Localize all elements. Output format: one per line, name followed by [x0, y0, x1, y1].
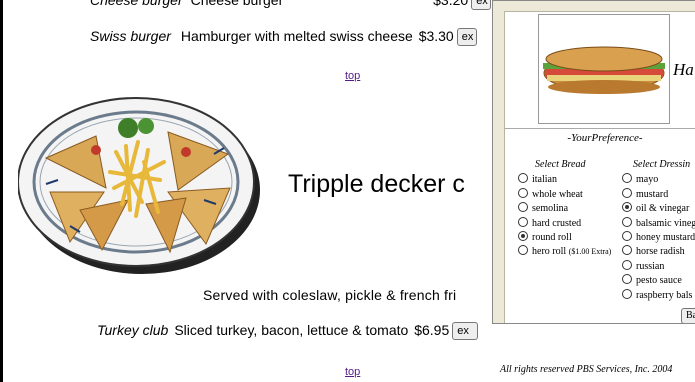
- option-label: whole wheat: [532, 189, 583, 200]
- page-left-border: [0, 0, 3, 382]
- dressing-option-raspberry[interactable]: raspberry bals: [622, 289, 692, 301]
- sandwich-preference-popup: Ha -YourPreference- Select Bread Select …: [492, 0, 695, 324]
- item-price: $3.20: [433, 0, 469, 8]
- radio-icon[interactable]: [622, 245, 632, 255]
- item-description: Sliced turkey, bacon, lettuce & tomato: [174, 322, 409, 338]
- popup-item-title: Ha: [673, 60, 694, 79]
- option-label: italian: [532, 174, 557, 185]
- bread-option-hero-roll[interactable]: hero roll ($1.00 Extra): [518, 245, 611, 257]
- radio-icon[interactable]: [518, 188, 528, 198]
- back-button[interactable]: Bac: [681, 308, 695, 323]
- option-label: raspberry bals: [636, 290, 693, 301]
- option-label: mustard: [636, 189, 669, 200]
- radio-icon[interactable]: [518, 217, 528, 227]
- item-price: $3.30: [418, 28, 454, 44]
- top-link[interactable]: top: [345, 70, 360, 82]
- radio-icon[interactable]: [622, 188, 632, 198]
- popup-content-panel: Ha -YourPreference- Select Bread Select …: [504, 11, 695, 323]
- option-label: semolina: [532, 203, 569, 214]
- dressing-option-mustard[interactable]: mustard: [622, 188, 668, 200]
- option-label: round roll: [532, 232, 572, 243]
- option-label: pesto sauce: [636, 275, 682, 286]
- option-note: ($1.00 Extra): [568, 247, 612, 256]
- radio-icon[interactable]: [622, 173, 632, 183]
- dressing-option-mayo[interactable]: mayo: [622, 173, 658, 185]
- option-label: hero roll: [532, 246, 567, 257]
- option-label: hard crusted: [532, 218, 582, 229]
- dressing-option-oil-vinegar[interactable]: oil & vinegar: [622, 202, 689, 214]
- menu-row-turkey-club: Turkey club Sliced turkey, bacon, lettuce…: [97, 322, 479, 341]
- radio-icon[interactable]: [622, 231, 632, 241]
- dressing-option-horse-radish[interactable]: horse radish: [622, 245, 685, 257]
- dressing-option-honey-mustard[interactable]: honey mustard: [622, 231, 695, 243]
- item-description: Cheese burger: [190, 0, 284, 8]
- menu-row-cheese-burger: Cheese burger Cheese burger $3.20 ex: [90, 0, 492, 11]
- radio-icon[interactable]: [622, 289, 632, 299]
- item-name: Swiss burger: [90, 28, 171, 44]
- option-label: honey mustard: [636, 232, 695, 243]
- extras-button[interactable]: ex: [456, 28, 477, 47]
- bread-option-whole-wheat[interactable]: whole wheat: [518, 188, 583, 200]
- served-with-text: Served with coleslaw, pickle & french fr…: [203, 287, 457, 303]
- radio-selected-icon[interactable]: [622, 202, 632, 212]
- radio-icon[interactable]: [518, 173, 528, 183]
- top-link[interactable]: top: [345, 366, 360, 378]
- item-description: Hamburger with melted swiss cheese: [180, 28, 413, 44]
- dressing-column-header: Select Dressin: [633, 159, 691, 170]
- option-label: balsamic vineg: [636, 218, 695, 229]
- option-label: oil & vinegar: [636, 203, 690, 214]
- extras-button[interactable]: ex: [471, 0, 492, 11]
- popup-divider: [505, 128, 695, 129]
- radio-icon[interactable]: [622, 260, 632, 270]
- extras-button[interactable]: ex: [452, 322, 479, 341]
- bread-column-header: Select Bread: [535, 159, 586, 170]
- club-sandwich-plate-image: [17, 92, 262, 276]
- dressing-option-balsamic[interactable]: balsamic vineg: [622, 217, 695, 229]
- item-name: Cheese burger: [90, 0, 183, 8]
- radio-icon[interactable]: [518, 245, 528, 255]
- radio-icon[interactable]: [622, 274, 632, 284]
- item-name: Turkey club: [97, 322, 169, 338]
- bread-option-round-roll[interactable]: round roll: [518, 231, 572, 243]
- item-price: $6.95: [414, 322, 450, 338]
- radio-selected-icon[interactable]: [518, 231, 528, 241]
- copyright-footer: All rights reserved PBS Services, Inc. 2…: [500, 364, 673, 375]
- radio-icon[interactable]: [622, 217, 632, 227]
- bread-option-semolina[interactable]: semolina: [518, 202, 568, 214]
- option-label: mayo: [636, 174, 659, 185]
- radio-icon[interactable]: [518, 202, 528, 212]
- bread-option-italian[interactable]: italian: [518, 173, 557, 185]
- menu-row-swiss-burger: Swiss burger Hamburger with melted swiss …: [90, 28, 477, 47]
- sub-sandwich-image: [538, 14, 670, 124]
- featured-item-title: Tripple decker c: [288, 170, 465, 198]
- option-label: horse radish: [636, 246, 685, 257]
- dressing-option-russian[interactable]: russian: [622, 260, 664, 272]
- bread-option-hard-crusted[interactable]: hard crusted: [518, 217, 581, 229]
- dressing-option-pesto[interactable]: pesto sauce: [622, 274, 682, 286]
- option-label: russian: [636, 261, 665, 272]
- preference-title: -YourPreference-: [567, 132, 643, 144]
